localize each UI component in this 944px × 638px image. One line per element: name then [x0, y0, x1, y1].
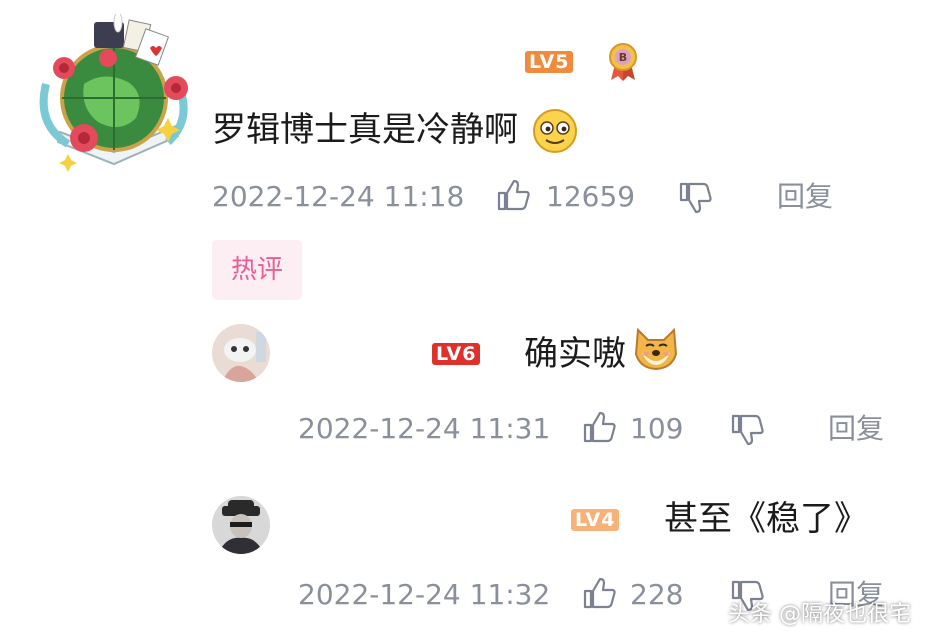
- user-avatar[interactable]: [212, 324, 270, 382]
- source-watermark: 头条 @隔夜也很宅: [728, 602, 911, 627]
- comment-timestamp: 2022-12-24 11:31: [298, 412, 551, 445]
- medal-icon: B: [606, 42, 640, 82]
- comment-text: 确实嗷: [524, 334, 626, 374]
- comment-timestamp: 2022-12-24 11:18: [212, 180, 465, 213]
- like-button[interactable]: [582, 410, 616, 448]
- user-level-badge: LV6: [432, 343, 481, 365]
- hot-comment-tag: 热评: [212, 240, 302, 300]
- dislike-button[interactable]: [730, 413, 764, 451]
- thumbs-down-icon: [679, 182, 712, 214]
- thumbs-down-icon: [731, 414, 764, 446]
- dislike-button[interactable]: [678, 181, 712, 219]
- user-level-badge: LV5: [525, 51, 574, 73]
- thumbs-up-icon: [583, 411, 616, 443]
- smiling-face-emoji: [532, 108, 580, 156]
- user-avatar[interactable]: [212, 496, 270, 554]
- like-count: 228: [630, 578, 684, 611]
- thumbs-up-icon: [497, 179, 530, 211]
- user-avatar-main[interactable]: [28, 11, 200, 186]
- like-count: 12659: [546, 180, 636, 213]
- user-level-badge: LV4: [571, 509, 620, 531]
- reply-button[interactable]: 回复: [777, 181, 833, 213]
- like-button[interactable]: [582, 576, 616, 614]
- like-button[interactable]: [496, 178, 530, 216]
- comment-timestamp: 2022-12-24 11:32: [298, 578, 551, 611]
- comment-text: 甚至《稳了》: [664, 499, 868, 539]
- reply-button[interactable]: 回复: [828, 413, 884, 445]
- doge-emoji: [632, 324, 680, 372]
- comment-text: 罗辑博士真是冷静啊: [212, 110, 518, 150]
- thumbs-up-icon: [583, 577, 616, 609]
- like-count: 109: [630, 412, 684, 445]
- svg-text:B: B: [619, 51, 627, 64]
